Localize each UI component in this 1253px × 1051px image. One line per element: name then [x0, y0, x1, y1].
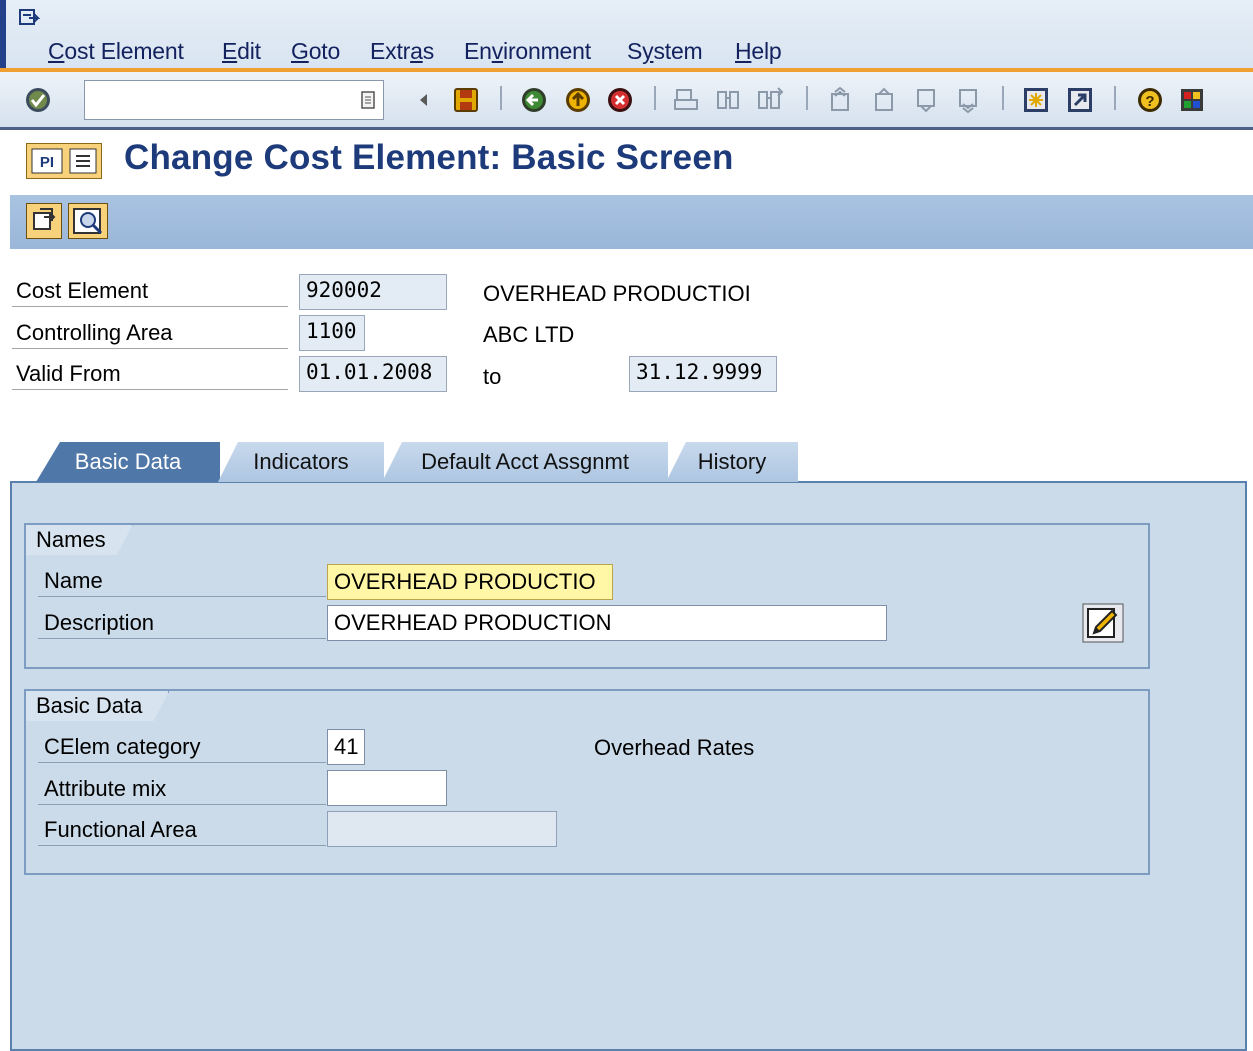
toolbar-separator [500, 86, 502, 110]
attribute-mix-field[interactable] [327, 770, 447, 806]
enter-icon[interactable] [24, 86, 52, 114]
svg-text:?: ? [1145, 93, 1154, 110]
menu-system[interactable]: System [627, 38, 703, 65]
toolbar-separator [654, 86, 656, 110]
first-page-icon[interactable] [826, 86, 854, 114]
cancel-icon[interactable] [606, 86, 634, 114]
cost-element-field[interactable]: 920002 [299, 274, 447, 310]
tab-indicators[interactable]: Indicators [218, 442, 384, 482]
controlling-area-label: Controlling Area [12, 320, 288, 349]
last-page-icon[interactable] [954, 86, 982, 114]
menu-edit[interactable]: Edit [222, 38, 261, 65]
celem-category-label: CElem category [38, 734, 326, 763]
description-field[interactable]: OVERHEAD PRODUCTION [327, 605, 887, 641]
svg-text:PI: PI [40, 154, 54, 171]
menu-environment[interactable]: Environment [464, 38, 591, 65]
description-label: Description [38, 610, 326, 639]
find-next-icon[interactable] [756, 86, 784, 114]
next-page-icon[interactable] [912, 86, 940, 114]
functional-area-field [327, 811, 557, 847]
help-icon[interactable]: ? [1136, 86, 1164, 114]
controlling-area-field[interactable]: 1100 [299, 315, 365, 351]
tab-history[interactable]: History [666, 442, 798, 482]
basic-data-group-title: Basic Data [26, 691, 169, 721]
cost-element-label: Cost Element [12, 278, 288, 307]
screen-options-button[interactable]: PI [26, 143, 102, 179]
celem-category-text: Overhead Rates [594, 735, 755, 760]
command-field[interactable] [84, 80, 384, 120]
celem-category-field[interactable]: 41 [327, 729, 365, 765]
menu-goto[interactable]: Goto [291, 38, 340, 65]
print-icon[interactable] [672, 86, 700, 114]
save-icon[interactable] [452, 86, 480, 114]
edit-text-icon[interactable] [1082, 603, 1124, 643]
names-group-title: Names [26, 525, 133, 555]
menu-help[interactable]: Help [735, 38, 782, 65]
to-label: to [483, 364, 502, 389]
valid-to-field[interactable]: 31.12.9999 [629, 356, 777, 392]
cost-element-text: OVERHEAD PRODUCTIOI [483, 281, 751, 306]
create-session-icon[interactable] [1022, 86, 1050, 114]
name-label: Name [38, 568, 326, 597]
functional-area-label: Functional Area [38, 817, 326, 846]
other-cost-element-icon[interactable] [26, 203, 62, 239]
page-title: Change Cost Element: Basic Screen [124, 138, 734, 177]
menu-extras[interactable]: Extras [370, 38, 434, 65]
tab-default-acct-assignment[interactable]: Default Acct Assgnmt [382, 442, 668, 482]
collapse-arrow-icon[interactable] [414, 90, 434, 110]
toolbar-separator [1114, 86, 1116, 110]
system-menu-icon[interactable] [18, 7, 40, 29]
toolbar-separator [806, 86, 808, 110]
valid-from-label: Valid From [12, 361, 288, 390]
exit-icon[interactable] [564, 86, 592, 114]
previous-page-icon[interactable] [870, 86, 898, 114]
controlling-area-text: ABC LTD [483, 322, 575, 347]
name-field[interactable]: OVERHEAD PRODUCTIO [327, 564, 613, 600]
shortcut-icon[interactable] [1066, 86, 1094, 114]
application-toolbar [10, 195, 1253, 249]
back-icon[interactable] [520, 86, 548, 114]
attribute-mix-label: Attribute mix [38, 776, 326, 805]
find-icon[interactable] [714, 86, 742, 114]
valid-from-field[interactable]: 01.01.2008 [299, 356, 447, 392]
display-change-icon[interactable] [68, 203, 108, 239]
menu-cost-element[interactable]: Cost Element [48, 38, 184, 65]
tab-basic-data[interactable]: Basic Data [36, 442, 220, 482]
toolbar-separator [1002, 86, 1004, 110]
customize-layout-icon[interactable] [1178, 86, 1206, 114]
command-history-icon[interactable] [356, 88, 380, 112]
